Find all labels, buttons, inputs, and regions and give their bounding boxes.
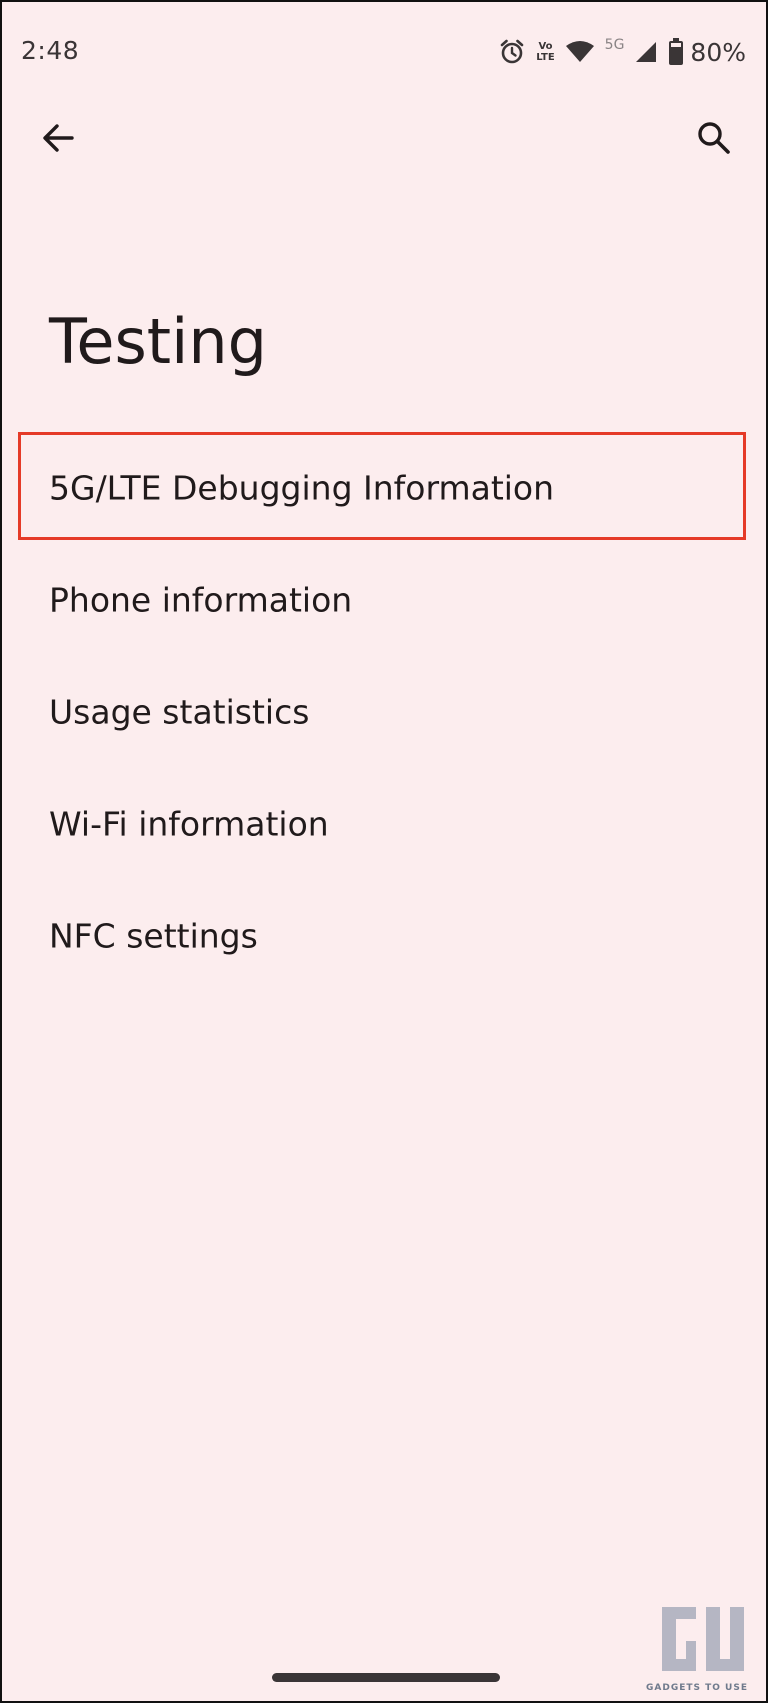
volte-icon: Vo LTE (536, 41, 554, 63)
status-icons: Vo LTE 5G 80% (498, 34, 746, 70)
watermark-logo (656, 1601, 752, 1693)
status-time: 2:48 (21, 36, 80, 65)
settings-item-wifi-information[interactable]: Wi-Fi information (2, 768, 766, 880)
cellular-signal-icon (634, 40, 658, 64)
settings-item-nfc-settings[interactable]: NFC settings (2, 880, 766, 992)
settings-item-label: Usage statistics (49, 692, 310, 732)
settings-item-label: Wi-Fi information (49, 804, 329, 844)
alarm-icon (498, 38, 526, 66)
arrow-back-icon (43, 124, 74, 152)
gesture-nav-handle[interactable] (272, 1673, 500, 1682)
search-button[interactable] (688, 112, 740, 164)
battery-percentage: 80% (690, 37, 746, 67)
phone-screen: 2:48 Vo LTE 5G 80% Testing 5G/LTE Debugg… (0, 0, 768, 1703)
battery-icon (668, 38, 684, 66)
wifi-icon (565, 40, 595, 64)
back-button[interactable] (32, 112, 84, 164)
settings-item-5g-lte-debugging[interactable]: 5G/LTE Debugging Information (2, 432, 766, 544)
settings-item-label: NFC settings (49, 916, 258, 956)
settings-item-label: 5G/LTE Debugging Information (49, 468, 555, 508)
watermark-text: GADGETS TO USE (646, 1683, 748, 1693)
status-bar: 2:48 Vo LTE 5G 80% (2, 2, 766, 102)
page-title: Testing (49, 305, 267, 378)
settings-item-usage-statistics[interactable]: Usage statistics (2, 656, 766, 768)
settings-item-label: Phone information (49, 580, 353, 620)
search-icon (698, 122, 730, 154)
network-type: 5G (604, 37, 625, 53)
volte-top-text: Vo (538, 41, 553, 52)
volte-bottom-text: LTE (536, 52, 555, 63)
settings-item-phone-information[interactable]: Phone information (2, 544, 766, 656)
